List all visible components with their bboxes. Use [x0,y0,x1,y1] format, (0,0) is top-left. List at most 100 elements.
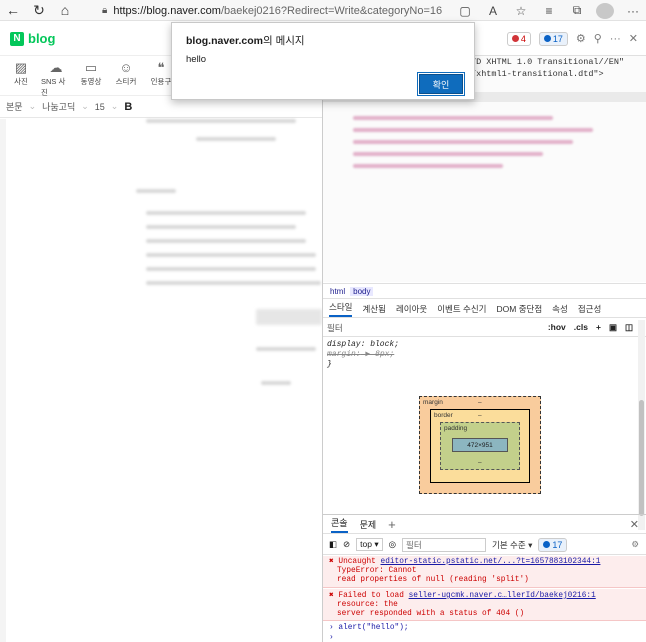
url-host: https://blog.naver.com [113,4,221,17]
tool-label: 스티커 [115,77,137,86]
message-text: read properties of null (reading 'split'… [337,576,529,584]
error-icon: ✖ [329,558,334,566]
doctype-line: /xhtml1-transitional.dtd"> [471,69,604,79]
close-icon[interactable]: ✕ [629,32,638,45]
cls-toggle[interactable]: .cls [574,322,588,333]
tab-event-listeners[interactable]: 이벤트 수신기 [437,303,486,315]
rule-close-brace: } [327,360,332,369]
input-text: alert("hello"); [338,624,409,632]
video-icon: ▭ [84,60,98,75]
styles-filter-input[interactable]: 필터 [327,322,548,334]
paragraph-style-select[interactable]: 본문 [6,100,23,113]
context-select[interactable]: top ▾ [356,538,383,551]
tab-styles[interactable]: 스타일 [329,301,353,317]
favorites-list-icon[interactable]: ≡ [540,4,558,18]
font-select[interactable]: 나눔고딕 [42,100,75,113]
tab-accessibility[interactable]: 접근성 [578,303,601,315]
quote-icon: ❝ [157,60,165,75]
lock-icon: 🔒︎ [102,5,108,16]
scrollbar-thumb[interactable] [639,400,644,516]
url-path: /baekej0216?Redirect=Write&categoryNo=16 [220,4,443,17]
collections-icon[interactable]: ⧉ [568,3,586,18]
elements-subtabs: 스타일 계산됨 레이아웃 이벤트 수신기 DOM 중단점 속성 접근성 [323,300,646,318]
error-count: 4 [520,33,526,44]
style-declaration[interactable]: display: block; [327,340,399,349]
message-count-badge[interactable]: 17 [538,31,568,46]
style-rule: display: block; margin: ▶ 8px; } [327,340,399,370]
app-available-icon[interactable]: ▢ [456,4,474,18]
console-toolbar: ◧ ⊘ top ▾ ◎ 필터 기본 수준 ▾ 17 ⚙ [323,535,646,555]
dialog-host: blog.naver.com [186,35,264,47]
blog-logo-text: blog [28,31,56,46]
tab-layout[interactable]: 레이아웃 [396,303,427,315]
back-icon[interactable]: ← [0,0,26,21]
live-expression-icon[interactable]: ◎ [389,539,396,550]
font-size-select[interactable]: 15 [95,102,105,112]
naver-blog-logo[interactable]: N blog [10,31,55,46]
source-link[interactable]: seller-ugcmk.naver.c…llerId/baekej0216:1 [409,592,596,600]
photo-tool[interactable]: ▨ 사진 [6,60,36,87]
home-icon[interactable]: ⌂ [52,0,78,21]
padding-label: padding [444,425,468,432]
tab-issues[interactable]: 문제 [360,518,377,531]
dialog-title: blog.naver.com의 메시지 [186,33,305,48]
tool-label: SNS 사진 [41,77,66,97]
tab-dom-breakpoints[interactable]: DOM 중단점 [497,303,543,315]
style-declaration-overridden[interactable]: margin: ▶ 8px; [327,350,394,359]
settings-gear-icon[interactable]: ⚙ [576,32,586,45]
sidebar-icon[interactable]: ◧ [329,539,337,550]
margin-label: margin [423,399,443,406]
source-link[interactable]: editor-static.pstatic.net/...?t=16578831… [381,558,601,566]
prompt-icon: › [329,634,334,642]
new-rule-icon[interactable]: + [596,322,601,333]
tab-computed[interactable]: 계산됨 [362,303,385,315]
clear-console-icon[interactable]: ⊘ [343,539,350,550]
more-menu-icon[interactable]: ··· [624,4,642,18]
log-level-select[interactable]: 기본 수준 ▾ [492,539,532,551]
devtools-panel: 4 17 ⚙ ⚲ ··· ✕ TD XHTML 1.0 Transitional… [322,22,646,642]
add-tab-icon[interactable]: + [388,517,396,532]
console-filter-input[interactable]: 필터 [402,537,487,552]
read-aloud-icon[interactable]: A [484,4,502,18]
computed-styles-icon[interactable]: ▣ [609,322,617,333]
refresh-icon[interactable]: ↻ [26,0,52,21]
box-model-margin: margin – border – padding 472×951 – [419,396,541,494]
editor-document[interactable] [6,119,322,642]
log-level-value: 기본 수준 [492,539,526,550]
error-icon [511,35,519,42]
dialog-message: hello [186,54,207,65]
doctype-line: TD XHTML 1.0 Transitional//EN" [471,57,625,67]
console-message-badge[interactable]: 17 [538,537,568,552]
tab-console[interactable]: 콘솔 [331,516,348,533]
border-value[interactable]: – [478,412,482,419]
breadcrumb-html[interactable]: html [327,287,348,296]
message-count: 17 [552,33,563,44]
styles-scrollbar[interactable] [638,320,645,530]
error-count-badge[interactable]: 4 [506,31,531,46]
sidebar-toggle-icon[interactable]: ◫ [625,322,633,333]
breadcrumb-body[interactable]: body [350,286,374,296]
drawer-tabbar: 콘솔 문제 + ✕ [323,514,646,534]
prompt-icon: › [329,624,334,632]
ok-button[interactable]: 확인 [417,72,465,96]
feedback-icon[interactable]: ⚲ [594,32,602,45]
padding-value[interactable]: – [478,459,482,466]
console-settings-icon[interactable]: ⚙ [631,539,646,550]
context-value: top [360,539,372,549]
more-icon[interactable]: ··· [610,33,621,45]
hov-toggle[interactable]: :hov [548,322,566,333]
box-model-content[interactable]: 472×951 [452,438,508,452]
margin-value[interactable]: – [478,399,482,406]
bold-button[interactable]: B [124,101,132,113]
console-error-message: ✖ Uncaught editor-static.pstatic.net/...… [323,556,646,588]
video-tool[interactable]: ▭ 동영상 [76,60,106,87]
sns-photo-tool[interactable]: ☁ SNS 사진 [41,60,71,98]
favorite-icon[interactable]: ☆ [512,4,530,18]
profile-avatar[interactable] [596,2,614,19]
tab-properties[interactable]: 속성 [552,303,568,315]
tool-label: 동영상 [80,77,102,86]
close-drawer-icon[interactable]: ✕ [630,518,646,531]
editor-canvas[interactable] [0,119,322,642]
console-prompt[interactable]: › [323,634,646,642]
sticker-tool[interactable]: ☺ 스티커 [111,60,141,87]
